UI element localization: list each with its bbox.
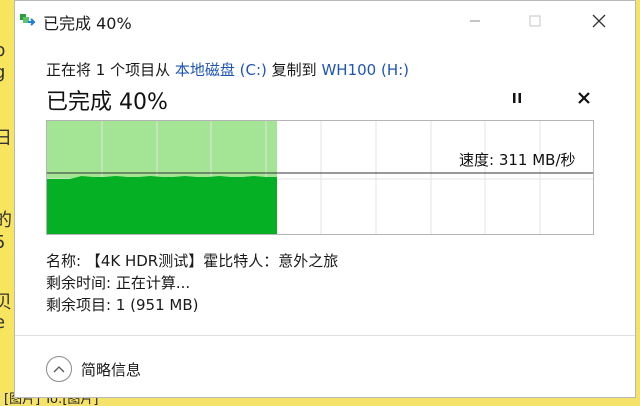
time-remaining: 剩余时间: 正在计算... bbox=[46, 274, 191, 292]
background-char: 贝 bbox=[0, 292, 12, 313]
copy-prefix: 正在将 1 个项目从 bbox=[46, 61, 171, 79]
background-char: g bbox=[0, 62, 5, 83]
title-bar[interactable]: 已完成 40% bbox=[15, 1, 635, 41]
progress-heading: 已完成 40% bbox=[46, 90, 168, 115]
minimize-button[interactable] bbox=[455, 7, 495, 35]
background-char: e bbox=[0, 312, 5, 333]
collapse-details-button[interactable] bbox=[46, 356, 72, 382]
file-name: 名称: 【4K HDR测试】霍比特人：意外之旅 bbox=[46, 252, 339, 270]
close-button[interactable] bbox=[579, 7, 619, 35]
pause-button[interactable] bbox=[509, 89, 525, 107]
background-window-left: b g 日 [ 的 5 贝 e bbox=[0, 0, 14, 406]
background-char: 的 bbox=[0, 210, 12, 231]
collapse-details-label[interactable]: 简略信息 bbox=[81, 359, 141, 380]
footer-divider bbox=[15, 335, 635, 336]
cancel-copy-button[interactable] bbox=[575, 89, 593, 107]
items-remaining: 剩余项目: 1 (951 MB) bbox=[46, 296, 199, 314]
throughput-area bbox=[47, 176, 277, 234]
speed-label: 速度: 311 MB/秒 bbox=[459, 151, 576, 169]
copy-file-icon bbox=[19, 13, 37, 29]
transfer-speed-graph bbox=[46, 120, 594, 235]
background-char: 5 bbox=[0, 232, 5, 253]
chevron-up-icon bbox=[53, 366, 65, 373]
background-char: [ bbox=[0, 146, 1, 167]
details-panel: 名称: 【4K HDR测试】霍比特人：意外之旅 剩余时间: 正在计算... 剩余… bbox=[46, 250, 338, 316]
window-title: 已完成 40% bbox=[43, 14, 132, 33]
copy-description: 正在将 1 个项目从 本地磁盘 (C:) 复制到 WH100 (H:) bbox=[46, 59, 409, 80]
file-copy-dialog: 已完成 40% 正在将 1 个项目从 本地磁盘 (C:) 复制到 WH100 (… bbox=[14, 0, 636, 398]
maximize-button[interactable] bbox=[515, 7, 555, 35]
copy-middle: 复制到 bbox=[271, 61, 317, 79]
background-char: 日 bbox=[0, 128, 12, 149]
source-link[interactable]: 本地磁盘 (C:) bbox=[175, 61, 267, 79]
destination-link[interactable]: WH100 (H:) bbox=[321, 61, 409, 79]
background-char: b bbox=[0, 40, 5, 61]
